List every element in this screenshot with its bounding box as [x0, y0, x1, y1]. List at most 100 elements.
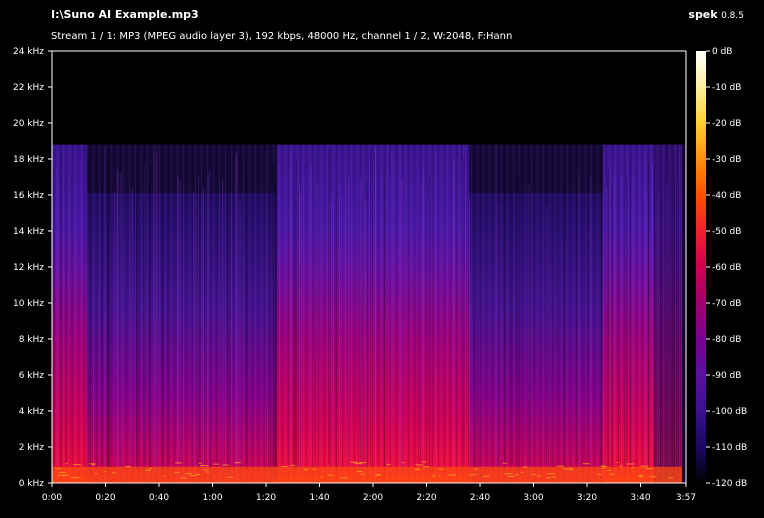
- streak-line: [131, 188, 133, 466]
- time-tick-label: 2:20: [416, 493, 436, 503]
- streak-line: [152, 152, 154, 467]
- time-tick-label: 3:40: [630, 493, 650, 503]
- frequency-tick-label: 10 kHz: [13, 299, 44, 309]
- frequency-tick-label: 16 kHz: [13, 191, 44, 201]
- streak-line: [179, 181, 181, 481]
- streak-line: [162, 185, 164, 478]
- streak-line: [548, 187, 550, 478]
- db-tick-label: -120 dB: [712, 479, 747, 489]
- low-frequency-highlight: [537, 475, 542, 477]
- spectrogram-svg: 0 kHz 2 kHz 4 kHz 6 kHz 8 kHz 10 kHz 12 kHz 14 …: [13, 47, 747, 503]
- streak-line: [297, 189, 299, 468]
- streak-line: [589, 174, 591, 468]
- low-frequency-highlight: [601, 467, 605, 469]
- streak-line: [383, 169, 385, 481]
- low-frequency-highlight: [640, 465, 649, 467]
- streak-line: [265, 150, 267, 470]
- low-frequency-highlight: [649, 476, 657, 478]
- streak-line: [630, 154, 632, 480]
- low-frequency-highlight: [205, 471, 210, 473]
- streak-line: [468, 199, 470, 482]
- db-tick-label: -60 dB: [712, 263, 741, 273]
- low-frequency-highlight: [448, 474, 457, 476]
- streak-line: [177, 176, 179, 477]
- streak-line: [272, 165, 274, 464]
- streak-line: [606, 187, 608, 482]
- time-tick-label: 2:00: [363, 493, 383, 503]
- low-frequency-highlight: [59, 472, 66, 474]
- low-frequency-highlight: [401, 462, 405, 464]
- time-tick-label: 0:00: [42, 493, 62, 503]
- time-tick-label: 3:00: [523, 493, 543, 503]
- low-frequency-highlight: [570, 469, 573, 471]
- streak-line: [295, 159, 297, 477]
- time-tick-label: 0:20: [95, 493, 115, 503]
- low-frequency-highlight: [206, 465, 209, 467]
- low-frequency-highlight: [438, 475, 441, 477]
- low-frequency-highlight: [213, 463, 219, 465]
- streak-line: [330, 201, 332, 480]
- streak-line: [660, 200, 662, 466]
- streak-line: [148, 187, 150, 470]
- low-frequency-highlight: [175, 462, 182, 464]
- streak-line: [528, 183, 530, 481]
- low-frequency-highlight: [515, 474, 519, 476]
- streak-line: [608, 169, 610, 474]
- db-tick-label: -40 dB: [712, 191, 741, 201]
- streak-line: [563, 178, 565, 478]
- streak-line: [156, 153, 158, 480]
- low-frequency-highlight: [646, 468, 654, 470]
- streak-line: [626, 177, 628, 464]
- streak-line: [391, 147, 393, 474]
- low-frequency-highlight: [358, 462, 367, 464]
- db-tick-label: -100 dB: [712, 407, 747, 417]
- spectrogram-panel: 0 kHz 2 kHz 4 kHz 6 kHz 8 kHz 10 kHz 12 kHz 14 …: [0, 0, 764, 518]
- low-frequency-highlight: [281, 465, 289, 467]
- streak-line: [546, 204, 548, 481]
- streak-line: [646, 192, 648, 475]
- low-frequency-highlight: [547, 473, 555, 475]
- db-tick-label: 0 dB: [712, 47, 732, 57]
- streak-line: [104, 148, 106, 480]
- streak-line: [632, 171, 634, 466]
- streak-line: [362, 146, 364, 472]
- streak-line: [375, 146, 377, 476]
- streak-line: [61, 152, 63, 477]
- low-frequency-highlight: [180, 477, 187, 479]
- streak-line: [401, 178, 403, 481]
- streak-line: [144, 164, 146, 481]
- streak-line: [348, 176, 350, 470]
- streak-line: [117, 168, 119, 479]
- low-frequency-highlight: [91, 464, 95, 466]
- streak-line: [504, 168, 506, 466]
- streak-line: [365, 198, 367, 470]
- streak-line: [578, 171, 580, 475]
- streak-line: [108, 147, 110, 475]
- streak-line: [101, 180, 103, 467]
- low-frequency-highlight: [94, 473, 98, 475]
- streak-line: [199, 184, 201, 480]
- low-frequency-highlight: [609, 473, 615, 475]
- frequency-tick-label: 4 kHz: [19, 407, 45, 417]
- frequency-tick-label: 22 kHz: [13, 83, 44, 93]
- low-frequency-highlight: [290, 464, 296, 466]
- streak-line: [400, 146, 402, 477]
- low-frequency-highlight: [104, 470, 107, 472]
- plot-layer: [52, 51, 686, 483]
- time-tick-label: 0:40: [149, 493, 169, 503]
- low-frequency-highlight: [148, 467, 152, 469]
- low-frequency-highlight: [474, 468, 478, 470]
- streak-line: [114, 191, 116, 465]
- streak-line: [268, 179, 270, 477]
- low-frequency-highlight: [631, 466, 634, 468]
- streak-line: [357, 172, 359, 483]
- low-frequency-highlight: [125, 466, 132, 468]
- low-frequency-highlight: [482, 475, 490, 477]
- time-tick-label: 3:20: [577, 493, 597, 503]
- low-frequency-highlight: [415, 464, 424, 466]
- streak-line: [473, 161, 475, 480]
- streak-line: [65, 176, 67, 467]
- low-frequency-highlight: [521, 471, 524, 473]
- low-frequency-highlight: [174, 472, 180, 474]
- frequency-tick-label: 0 kHz: [19, 479, 45, 489]
